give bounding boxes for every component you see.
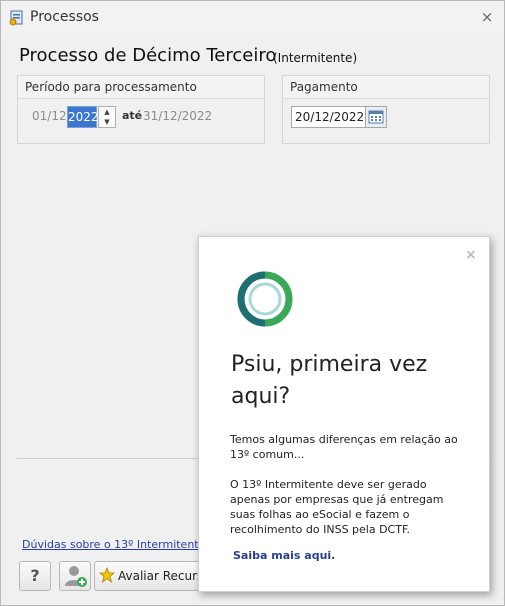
help-button[interactable]: ? [19, 561, 51, 591]
popup-text-details: O 13º Intermitente deve ser gerado apena… [230, 478, 444, 536]
period-group-header: Período para processamento [18, 76, 264, 99]
period-until-label: até [122, 109, 143, 122]
help-link[interactable]: Dúvidas sobre o 13º Intermitente? Clique… [22, 538, 198, 551]
calendar-icon [368, 110, 384, 124]
payment-label: Pagamento [290, 80, 358, 94]
window-title: Processos [30, 9, 99, 25]
popup-close-button[interactable]: × [465, 247, 477, 263]
period-end-date: 31/12/2022 [143, 109, 213, 123]
processos-window: Processos × Processo de Décimo Terceiro … [0, 0, 505, 606]
learn-more-link[interactable]: Saiba mais aqui. [233, 549, 335, 562]
process-type-badge: (Intermitente) [273, 51, 358, 65]
spinner-up-icon[interactable]: ▲ [99, 107, 115, 117]
brand-logo-icon [237, 271, 293, 327]
help-button-label: ? [30, 566, 40, 585]
window-close-button[interactable]: × [480, 10, 494, 25]
star-icon [99, 567, 115, 583]
period-label: Período para processamento [25, 80, 197, 94]
spinner-down-icon[interactable]: ▼ [99, 117, 115, 127]
period-group: Período para processamento 01/12/ 2022 ▲… [17, 75, 265, 144]
year-spinner[interactable]: ▲ ▼ [98, 106, 116, 128]
rate-button-label: Avaliar Recurso [118, 569, 211, 583]
rate-feature-button[interactable]: Avaliar Recurso [94, 561, 211, 591]
add-user-button[interactable] [59, 561, 91, 591]
period-start-prefix: 01/12/ [32, 109, 71, 123]
payment-group-header: Pagamento [283, 76, 489, 99]
popup-heading: Psiu, primeira vez aqui? [231, 352, 428, 409]
process-app-icon [9, 10, 23, 26]
add-user-icon [65, 566, 87, 587]
title-bar: Processos × [1, 1, 504, 33]
payment-date-input[interactable]: 20/12/2022 [291, 106, 370, 128]
calendar-button[interactable] [365, 106, 387, 128]
popup-text-intro: Temos algumas diferenças em relação ao 1… [230, 433, 458, 461]
payment-group: Pagamento 20/12/2022 [282, 75, 490, 144]
page-title: Processo de Décimo Terceiro [19, 45, 277, 66]
year-input[interactable]: 2022 [67, 106, 99, 128]
first-visit-popup: × Psiu, primeira vez aqui? Temos algumas… [198, 236, 490, 592]
